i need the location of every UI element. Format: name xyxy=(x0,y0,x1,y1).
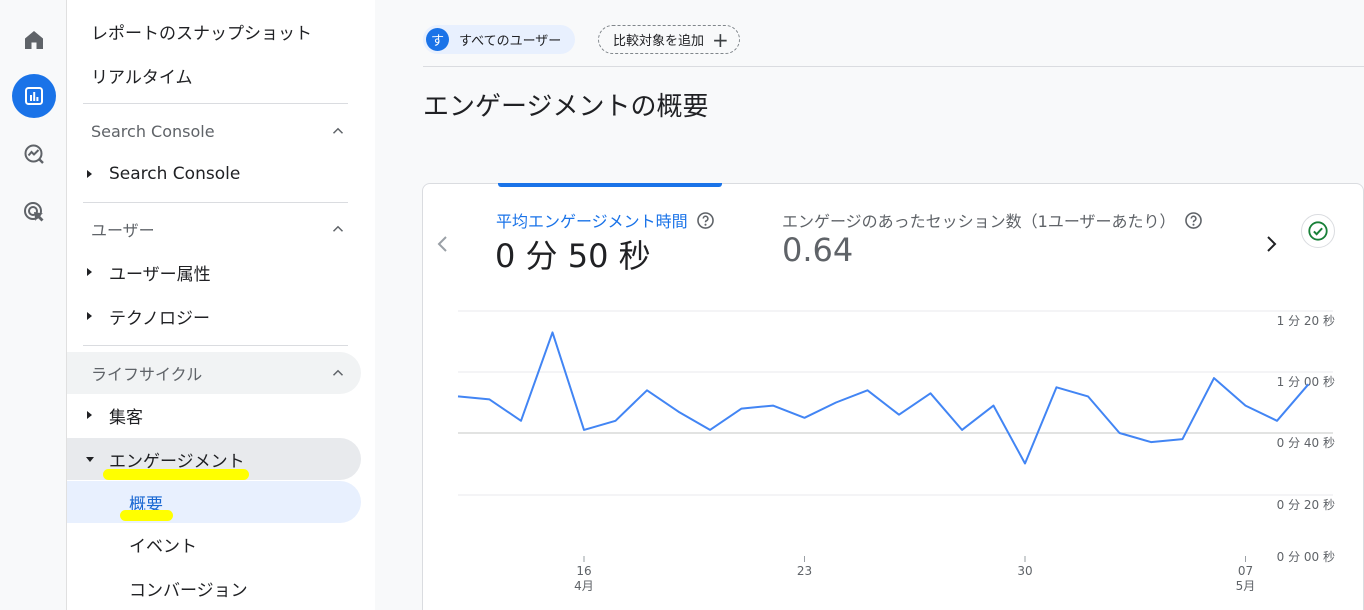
caret-right-icon xyxy=(87,312,92,320)
tree-item-technology[interactable]: テクノロジー xyxy=(67,295,361,337)
highlight-marker xyxy=(120,510,173,521)
sidebar: レポートのスナップショット リアルタイム Search Console Sear… xyxy=(67,0,375,610)
chevron-up-icon xyxy=(332,127,344,134)
chevron-up-icon xyxy=(332,225,344,232)
chart-x-tick-label: 16 xyxy=(576,564,591,578)
caret-right-icon xyxy=(87,411,92,419)
chart-y-tick-label: 1 分 20 秒 xyxy=(1277,314,1335,328)
chart-x-tick-month: 4月 xyxy=(574,579,594,593)
nav-report-snapshot[interactable]: レポートのスナップショット xyxy=(91,19,312,44)
nav-realtime[interactable]: リアルタイム xyxy=(91,63,193,88)
tree-item-label: テクノロジー xyxy=(109,308,210,329)
page-title: エンゲージメントの概要 xyxy=(423,92,709,122)
tree-item-label: ユーザー属性 xyxy=(109,264,211,285)
section-title: Search Console xyxy=(91,121,215,141)
divider xyxy=(83,345,348,346)
caret-right-icon xyxy=(87,268,92,276)
chart-x-tick-label: 07 xyxy=(1238,564,1253,578)
divider xyxy=(83,103,348,104)
tree-item-search-console[interactable]: Search Console xyxy=(67,153,361,195)
tree-item-label: 集客 xyxy=(109,407,143,428)
metrics-card: 平均エンゲージメント時間 0 分 50 秒 エンゲージのあったセッション数（1ユ… xyxy=(422,183,1364,610)
section-search-console[interactable]: Search Console xyxy=(67,110,361,152)
caret-right-icon xyxy=(87,170,92,178)
user-segment-chip[interactable]: す すべてのユーザー xyxy=(423,25,576,54)
segment-avatar: す xyxy=(426,28,449,51)
segment-label: すべてのユーザー xyxy=(459,34,562,49)
left-rail xyxy=(0,0,67,610)
tree-item-label: エンゲージメント xyxy=(109,451,245,472)
divider xyxy=(423,66,1364,67)
add-comparison-button[interactable]: 比較対象を追加 + xyxy=(598,25,740,54)
plus-icon: + xyxy=(712,27,729,52)
chevron-up-icon xyxy=(332,369,344,376)
chart-y-tick-label: 0 分 20 秒 xyxy=(1277,498,1335,512)
chart-x-tick-month: 5月 xyxy=(1236,579,1256,593)
engagement-line-chart: 1 分 20 秒1 分 00 秒0 分 40 秒0 分 20 秒0 分 00 秒… xyxy=(457,310,1335,593)
highlight-marker xyxy=(103,469,249,480)
add-comparison-label: 比較対象を追加 xyxy=(613,34,705,49)
main-content: す すべてのユーザー 比較対象を追加 + エンゲージメントの概要 平均エンゲージ… xyxy=(375,0,1364,610)
tree-item-demographics[interactable]: ユーザー属性 xyxy=(67,251,361,293)
sub-item-label: イベント xyxy=(129,536,197,557)
chart-x-tick-label: 30 xyxy=(1017,564,1032,578)
divider xyxy=(83,202,348,203)
section-user[interactable]: ユーザー xyxy=(67,208,361,250)
sub-item-label: コンバージョン xyxy=(129,580,248,601)
sub-item-conversions[interactable]: コンバージョン xyxy=(67,567,361,609)
home-icon[interactable] xyxy=(12,18,56,62)
caret-down-icon xyxy=(86,457,94,462)
chart-series-line xyxy=(457,331,1310,465)
chart-y-tick-label: 0 分 00 秒 xyxy=(1277,550,1335,564)
tree-item-label: Search Console xyxy=(109,164,241,184)
sub-item-events[interactable]: イベント xyxy=(67,523,361,565)
reports-icon[interactable] xyxy=(12,74,56,118)
section-lifecycle[interactable]: ライフサイクル xyxy=(67,352,361,394)
section-title: ライフサイクル xyxy=(91,365,203,384)
sub-item-overview[interactable]: 概要 xyxy=(67,481,361,523)
tree-item-acquisition[interactable]: 集客 xyxy=(67,394,361,436)
chart-y-tick-label: 0 分 40 秒 xyxy=(1277,436,1335,450)
chart-x-tick-label: 23 xyxy=(797,564,812,578)
advertising-icon[interactable] xyxy=(12,190,56,234)
explore-icon[interactable] xyxy=(12,132,56,176)
section-title: ユーザー xyxy=(91,221,155,240)
